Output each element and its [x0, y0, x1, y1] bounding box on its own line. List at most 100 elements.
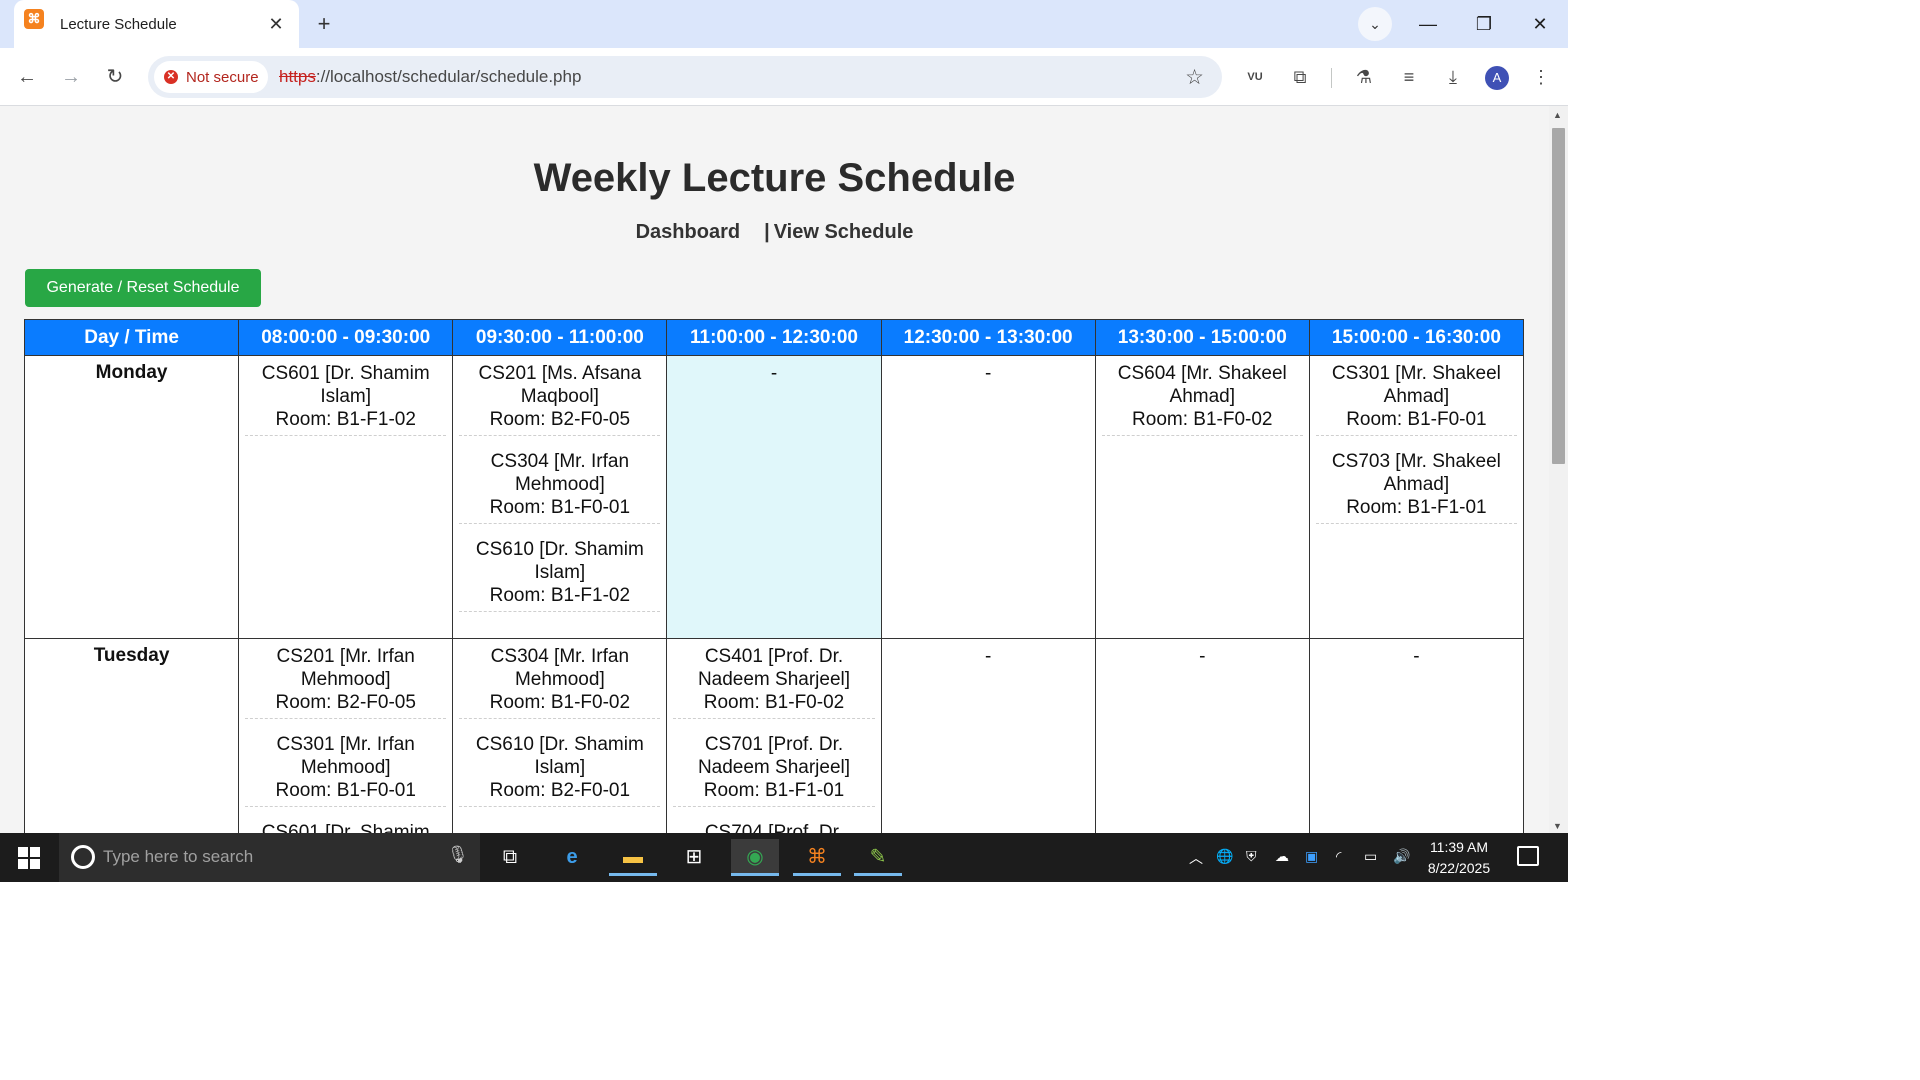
header-slot-5: 13:30:00 - 15:00:00 — [1094, 319, 1310, 356]
lecture-course: CS610 [Dr. Shamim Islam] — [475, 539, 644, 583]
wifi-icon[interactable]: ◜ — [1336, 848, 1341, 865]
header-slot-1: 08:00:00 - 09:30:00 — [238, 319, 454, 356]
menu-kebab-icon[interactable]: ⋮ — [1528, 64, 1554, 90]
lecture-entry: CS401 [Prof. Dr. Nadeem Sharjeel] Room: B… — [673, 645, 875, 719]
lecture-entry: CS301 [Mr. Irfan Mehmood] Room: B1-F0-01 — [245, 733, 447, 807]
lecture-room: Room: B1-F1-01 — [1346, 497, 1487, 518]
lecture-entry: CS304 [Mr. Irfan Mehmood] Room: B1-F0-02 — [459, 645, 661, 719]
lecture-course: CS601 [Dr. Shamim Islam] — [261, 822, 430, 833]
cortana-circle-icon — [71, 845, 95, 869]
new-tab-icon[interactable]: + — [311, 11, 337, 37]
header-slot-3: 11:00:00 - 12:30:00 — [666, 319, 882, 356]
vu-extension-icon[interactable]: VU — [1242, 64, 1268, 90]
empty-slot: - — [1199, 646, 1206, 667]
lecture-entry: CS703 [Mr. Shakeel Ahmad] Room: B1-F1-01 — [1315, 450, 1517, 524]
security-chip[interactable]: ✕ Not secure — [154, 61, 268, 93]
bookmark-star-icon[interactable]: ☆ — [1185, 65, 1204, 90]
empty-slot: - — [1413, 646, 1420, 667]
notification-center-icon[interactable] — [1517, 846, 1539, 866]
taskbar-search-box[interactable]: Type here to search 🎙 — [59, 833, 480, 882]
header-slot-2: 09:30:00 - 11:00:00 — [452, 319, 668, 356]
schedule-cell: CS301 [Mr. Shakeel Ahmad] Room: B1-F0-01 … — [1308, 355, 1525, 639]
scroll-down-arrow-icon[interactable]: ▼ — [1553, 821, 1562, 831]
scroll-up-arrow-icon[interactable]: ▲ — [1553, 110, 1562, 120]
url-text[interactable]: https://localhost/schedular/schedule.php — [279, 67, 581, 87]
warning-icon: ✕ — [164, 70, 178, 84]
edge-browser-icon[interactable]: e — [548, 839, 596, 876]
notepad-plus-icon[interactable]: ✎ — [854, 839, 902, 876]
labs-flask-icon[interactable]: ⚗ — [1351, 64, 1377, 90]
extensions-puzzle-icon[interactable]: ⧉ — [1287, 64, 1313, 90]
schedule-cell: - — [1308, 638, 1525, 833]
lecture-course: CS601 [Dr. Shamim Islam] — [261, 363, 430, 407]
tray-overflow-chevron-icon[interactable]: ︿ — [1189, 848, 1203, 868]
nav-separator: | — [764, 221, 770, 243]
language-globe-icon[interactable]: 🌐 — [1216, 848, 1233, 865]
page-scrollbar[interactable]: ▲ ▼ — [1549, 106, 1568, 833]
empty-slot: - — [984, 646, 992, 667]
nav-view-schedule-link[interactable]: View Schedule — [774, 221, 914, 243]
lecture-course: CS301 [Mr. Shakeel Ahmad] — [1331, 363, 1501, 407]
lecture-room: Room: B1-F1-01 — [703, 780, 845, 801]
header-day-time: Day / Time — [23, 319, 240, 356]
restore-icon[interactable]: ❐ — [1456, 0, 1512, 48]
microphone-icon[interactable]: 🎙 — [447, 845, 469, 865]
security-shield-icon[interactable]: ⛨ — [1246, 848, 1257, 865]
scrollbar-thumb[interactable] — [1552, 128, 1565, 464]
close-window-icon[interactable]: ✕ — [1512, 0, 1568, 48]
nav-dashboard-link[interactable]: Dashboard — [636, 221, 740, 243]
schedule-cell: - — [880, 355, 1096, 639]
tab-close-icon[interactable]: ✕ — [265, 14, 287, 35]
windows-start-icon[interactable] — [18, 847, 40, 869]
clock-time: 11:39 AM — [1429, 839, 1489, 855]
generate-reset-schedule-button[interactable]: Generate / Reset Schedule — [25, 269, 261, 307]
table-row: Monday CS601 [Dr. Shamim Islam] Room: B1-… — [23, 355, 1525, 639]
app-tray-icon[interactable]: ▣ — [1305, 848, 1318, 865]
onedrive-cloud-icon[interactable]: ☁ — [1275, 848, 1289, 865]
lecture-entry: CS601 [Dr. Shamim Islam] Room: B1-F1-02 — [245, 362, 447, 436]
task-view-icon[interactable]: ⧉ — [486, 839, 534, 876]
lecture-room: Room: B1-F0-01 — [275, 780, 416, 801]
forward-arrow-icon[interactable]: → — [58, 64, 84, 90]
battery-icon[interactable]: ▭ — [1364, 848, 1377, 865]
lecture-room: Room: B1-F1-02 — [275, 409, 416, 430]
reload-icon[interactable]: ↻ — [102, 64, 128, 90]
media-playlist-icon[interactable]: ≡ — [1396, 64, 1422, 90]
profile-avatar[interactable]: A — [1485, 66, 1509, 90]
lecture-entry: CS610 [Dr. Shamim Islam] Room: B2-F0-01 — [459, 733, 661, 807]
day-cell: Tuesday — [23, 638, 240, 833]
minimize-icon[interactable]: — — [1400, 0, 1456, 48]
back-arrow-icon[interactable]: ← — [14, 64, 40, 90]
tab-search-chevron-icon[interactable]: ⌄ — [1358, 7, 1392, 41]
browser-toolbar: ← → ↻ ✕ Not secure https://localhost/sch… — [0, 48, 1568, 106]
day-cell: Monday — [23, 355, 240, 639]
lecture-course: CS301 [Mr. Irfan Mehmood] — [276, 734, 415, 778]
microsoft-store-icon[interactable]: ⊞ — [670, 839, 718, 876]
lecture-course: CS304 [Mr. Irfan Mehmood] — [490, 646, 630, 690]
schedule-cell: CS201 [Ms. Afsana Maqbool] Room: B2-F0-05… — [452, 355, 668, 639]
page-viewport: Weekly Lecture Schedule Dashboard | View S… — [0, 106, 1549, 833]
lecture-course: CS401 [Prof. Dr. Nadeem Sharjeel] — [697, 646, 851, 690]
schedule-header-row: Day / Time 08:00:00 - 09:30:00 09:30:00 … — [23, 319, 1525, 356]
browser-tab[interactable]: ⌘ Lecture Schedule ✕ — [14, 0, 299, 48]
volume-icon[interactable]: 🔊 — [1393, 848, 1410, 865]
xampp-favicon-icon: ⌘ — [24, 9, 44, 29]
lecture-entry: CS301 [Mr. Shakeel Ahmad] Room: B1-F0-01 — [1315, 362, 1517, 436]
header-slot-6: 15:00:00 - 16:30:00 — [1308, 319, 1525, 356]
lecture-course: CS701 [Prof. Dr. Nadeem Sharjeel] — [697, 734, 851, 778]
header-slot-4: 12:30:00 - 13:30:00 — [880, 319, 1096, 356]
lecture-entry: CS701 [Prof. Dr. Nadeem Sharjeel] Room: B… — [673, 733, 875, 807]
xampp-control-icon[interactable]: ⌘ — [793, 839, 841, 876]
lecture-course: CS704 [Prof. Dr. Nadeem Sharjeel] — [704, 822, 844, 833]
lecture-room: Room: B1-F1-02 — [489, 585, 631, 606]
chrome-browser-icon[interactable]: ◉ — [731, 839, 779, 876]
address-bar[interactable]: ✕ Not secure https://localhost/schedular… — [148, 56, 1222, 98]
empty-slot: - — [770, 363, 778, 384]
file-explorer-icon[interactable]: ▬ — [609, 839, 657, 876]
url-path: ://localhost/schedular/schedule.php — [315, 67, 582, 86]
lecture-room: Room: B2-F0-05 — [275, 692, 416, 713]
table-row: Tuesday CS201 [Mr. Irfan Mehmood] Room: B… — [23, 638, 1525, 833]
system-clock[interactable]: 11:39 AM 8/22/2025 — [1418, 837, 1500, 879]
download-icon[interactable]: ⤓ — [1440, 64, 1466, 90]
lecture-course: CS610 [Dr. Shamim Islam] — [475, 734, 644, 778]
